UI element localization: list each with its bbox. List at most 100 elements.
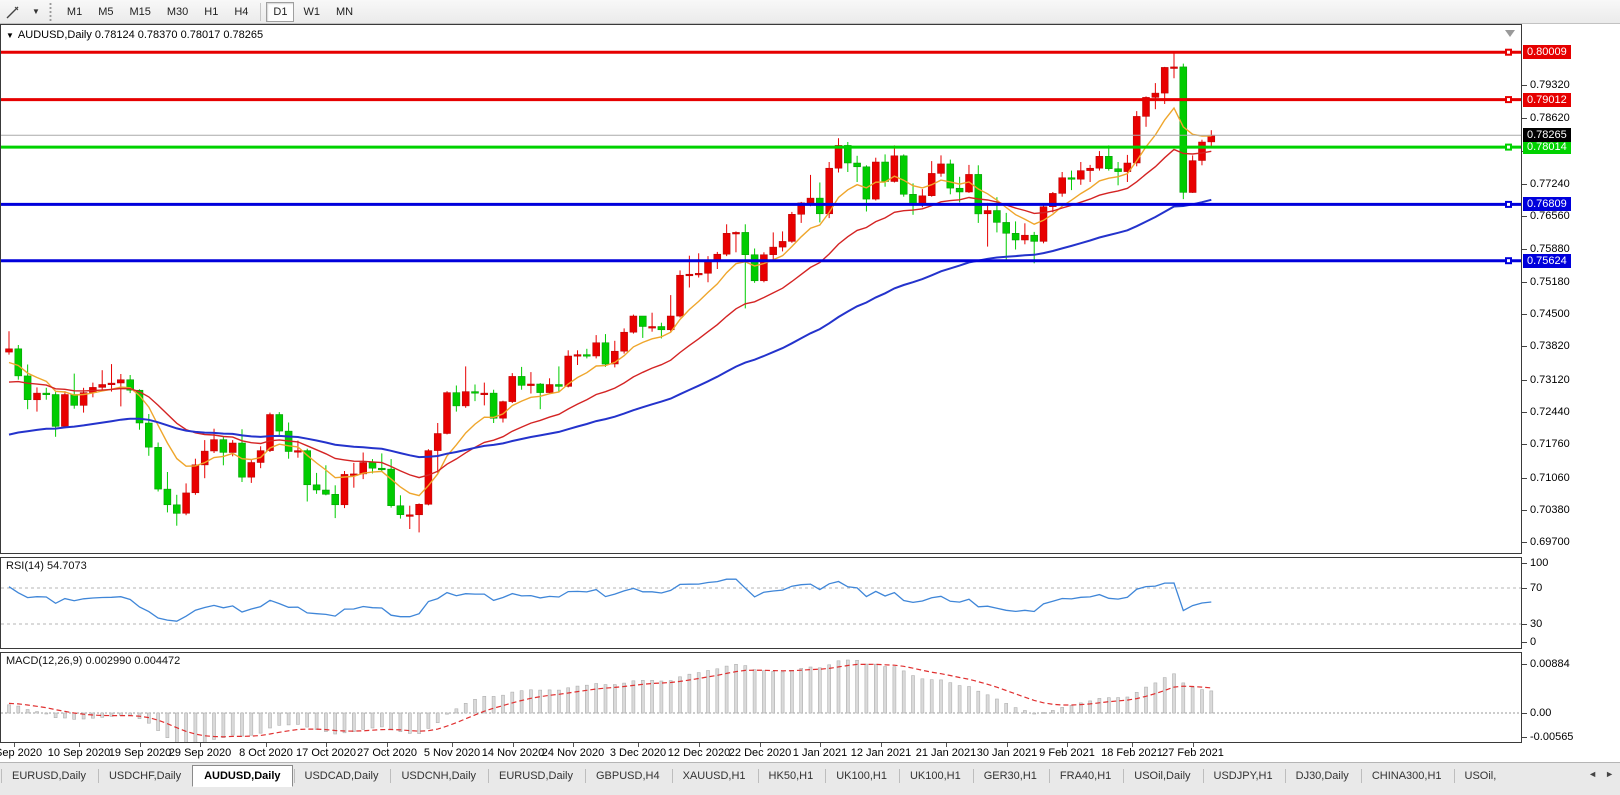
- timeframe-button-MN[interactable]: MN: [329, 2, 360, 22]
- level-price-badge: 0.79012: [1523, 93, 1571, 107]
- price-tick-label: 0.79320: [1522, 79, 1570, 91]
- chart-tab-usdcnhdaily[interactable]: USDCNH,Daily: [389, 765, 487, 787]
- chart-tab-usdjpyh1[interactable]: USDJPY,H1: [1202, 765, 1284, 787]
- macd-label: MACD(12,26,9) 0.002990 0.004472: [6, 655, 180, 667]
- price-axis[interactable]: 0.793200.786200.779400.772400.765600.758…: [1522, 24, 1620, 762]
- timeframe-button-H1[interactable]: H1: [197, 2, 225, 22]
- level-price-badge: 0.75624: [1523, 254, 1571, 268]
- crosshair-draw-icon: [6, 5, 20, 19]
- price-tick-label: 0.72440: [1522, 406, 1570, 418]
- candles-layer: [6, 51, 1215, 532]
- tab-scroll-buttons: ◄ ►: [1584, 767, 1618, 781]
- chart-tabs: EURUSD,DailyUSDCHF,DailyAUDUSD,DailyUSDC…: [0, 765, 1620, 787]
- chart-tab-eurusddaily[interactable]: EURUSD,Daily: [0, 765, 97, 787]
- price-tick-label: 0.77240: [1522, 178, 1570, 190]
- price-chart-canvas: [1, 25, 1521, 553]
- collapse-icon[interactable]: ▼: [6, 31, 14, 40]
- macd-axis-label: -0.00565: [1522, 731, 1573, 743]
- date-label: 12 Dec 2020: [668, 747, 730, 759]
- chart-tab-uk100h1[interactable]: UK100,H1: [898, 765, 972, 787]
- current-price-badge: 0.78265: [1523, 128, 1571, 142]
- date-label: 1 Sep 2020: [0, 747, 42, 759]
- rsi-axis-label: 30: [1522, 618, 1542, 630]
- toolbar-separator: [260, 3, 261, 21]
- rsi-panel[interactable]: RSI(14) 54.7073: [0, 557, 1522, 649]
- chart-tab-usdcaddaily[interactable]: USDCAD,Daily: [293, 765, 390, 787]
- chart-tab-gbpusdh4[interactable]: GBPUSD,H4: [584, 765, 671, 787]
- date-label: 9 Feb 2021: [1039, 747, 1095, 759]
- date-label: 30 Jan 2021: [977, 747, 1038, 759]
- rsi-axis-label: 70: [1522, 582, 1542, 594]
- date-label: 19 Sep 2020: [109, 747, 171, 759]
- date-label: 18 Feb 2021: [1101, 747, 1163, 759]
- chart-tab-xauusdh1[interactable]: XAUUSD,H1: [671, 765, 757, 787]
- chart-tab-usoil[interactable]: USOil,: [1453, 765, 1508, 787]
- rsi-axis-label: 100: [1522, 557, 1548, 569]
- chart-tab-china300h1[interactable]: CHINA300,H1: [1360, 765, 1453, 787]
- price-chart-panel[interactable]: ▼ AUDUSD,Daily 0.78124 0.78370 0.78017 0.…: [0, 24, 1522, 554]
- chevron-down-icon: ▼: [32, 7, 40, 16]
- date-label: 14 Nov 2020: [482, 747, 544, 759]
- timeframe-button-H4[interactable]: H4: [227, 2, 255, 22]
- price-tick-label: 0.71760: [1522, 438, 1570, 450]
- chart-title-text: AUDUSD,Daily 0.78124 0.78370 0.78017 0.7…: [18, 29, 263, 41]
- price-tick-label: 0.71060: [1522, 472, 1570, 484]
- date-label: 21 Jan 2021: [916, 747, 977, 759]
- chart-tab-ger30h1[interactable]: GER30,H1: [972, 765, 1048, 787]
- level-price-badge: 0.76809: [1523, 197, 1571, 211]
- tab-scroll-left-icon[interactable]: ◄: [1584, 767, 1601, 781]
- price-tick-label: 0.75180: [1522, 276, 1570, 288]
- rsi-canvas: [1, 558, 1521, 648]
- date-label: 10 Sep 2020: [48, 747, 110, 759]
- date-label: 3 Dec 2020: [610, 747, 666, 759]
- date-axis[interactable]: 1 Sep 2020 10 Sep 2020 19 Sep 2020 29 Se…: [0, 743, 1522, 762]
- date-label: 1 Jan 2021: [793, 747, 847, 759]
- chart-tab-audusddaily[interactable]: AUDUSD,Daily: [192, 765, 292, 787]
- timeframe-buttons: M1M5M15M30H1H4 D1W1MN: [59, 2, 361, 22]
- level-price-badge: 0.80009: [1523, 45, 1571, 59]
- rsi-label: RSI(14) 54.7073: [6, 560, 87, 572]
- date-label: 27 Oct 2020: [357, 747, 417, 759]
- chart-tab-usdchfdaily[interactable]: USDCHF,Daily: [97, 765, 192, 787]
- chart-tab-usoildaily[interactable]: USOil,Daily: [1122, 765, 1201, 787]
- macd-panel[interactable]: MACD(12,26,9) 0.002990 0.004472: [0, 652, 1522, 743]
- date-label: 27 Feb 2021: [1162, 747, 1224, 759]
- chart-tab-eurusddaily[interactable]: EURUSD,Daily: [487, 765, 584, 787]
- toolbar: ▼ M1M5M15M30H1H4 D1W1MN: [0, 0, 1620, 24]
- chart-tab-fra40h1[interactable]: FRA40,H1: [1048, 765, 1122, 787]
- chart-tab-dj30daily[interactable]: DJ30,Daily: [1284, 765, 1360, 787]
- chart-tab-uk100h1[interactable]: UK100,H1: [824, 765, 898, 787]
- draw-tool-dropdown[interactable]: ▼: [26, 2, 44, 22]
- timeframe-button-M1[interactable]: M1: [60, 2, 89, 22]
- date-label: 24 Nov 2020: [542, 747, 604, 759]
- chart-column: ▼ AUDUSD,Daily 0.78124 0.78370 0.78017 0.…: [0, 24, 1522, 762]
- macd-axis-label: 0.00: [1522, 707, 1551, 719]
- macd-axis-label: 0.00884: [1522, 658, 1570, 670]
- chart-region: ▼ AUDUSD,Daily 0.78124 0.78370 0.78017 0.…: [0, 24, 1620, 762]
- timeframe-button-M15[interactable]: M15: [122, 2, 157, 22]
- tab-scroll-right-icon[interactable]: ►: [1601, 767, 1618, 781]
- date-label: 5 Nov 2020: [424, 747, 480, 759]
- timeframe-button-M30[interactable]: M30: [160, 2, 195, 22]
- medium-ma-line: [9, 150, 1211, 478]
- price-tick-label: 0.74500: [1522, 308, 1570, 320]
- draw-tool-button[interactable]: [2, 2, 24, 22]
- price-tick-label: 0.73820: [1522, 340, 1570, 352]
- timeframe-button-M5[interactable]: M5: [91, 2, 120, 22]
- price-tick-label: 0.78620: [1522, 112, 1570, 124]
- timeframe-button-D1[interactable]: D1: [266, 2, 294, 22]
- chart-title: ▼ AUDUSD,Daily 0.78124 0.78370 0.78017 0.…: [6, 29, 263, 41]
- level-price-badge: 0.78014: [1523, 140, 1571, 154]
- bottom-bar: EURUSD,DailyUSDCHF,DailyAUDUSD,DailyUSDC…: [0, 762, 1620, 795]
- rsi-line: [9, 579, 1211, 621]
- macd-signal-line: [9, 664, 1211, 737]
- rsi-axis-label: 0: [1522, 636, 1536, 648]
- date-label: 17 Oct 2020: [296, 747, 356, 759]
- date-label: 8 Oct 2020: [239, 747, 293, 759]
- price-tick-label: 0.73120: [1522, 374, 1570, 386]
- date-label: 29 Sep 2020: [169, 747, 231, 759]
- macd-canvas: [1, 653, 1521, 742]
- chart-tab-hk50h1[interactable]: HK50,H1: [757, 765, 825, 787]
- timeframe-button-W1[interactable]: W1: [296, 2, 327, 22]
- scroll-position-marker: [1505, 30, 1515, 37]
